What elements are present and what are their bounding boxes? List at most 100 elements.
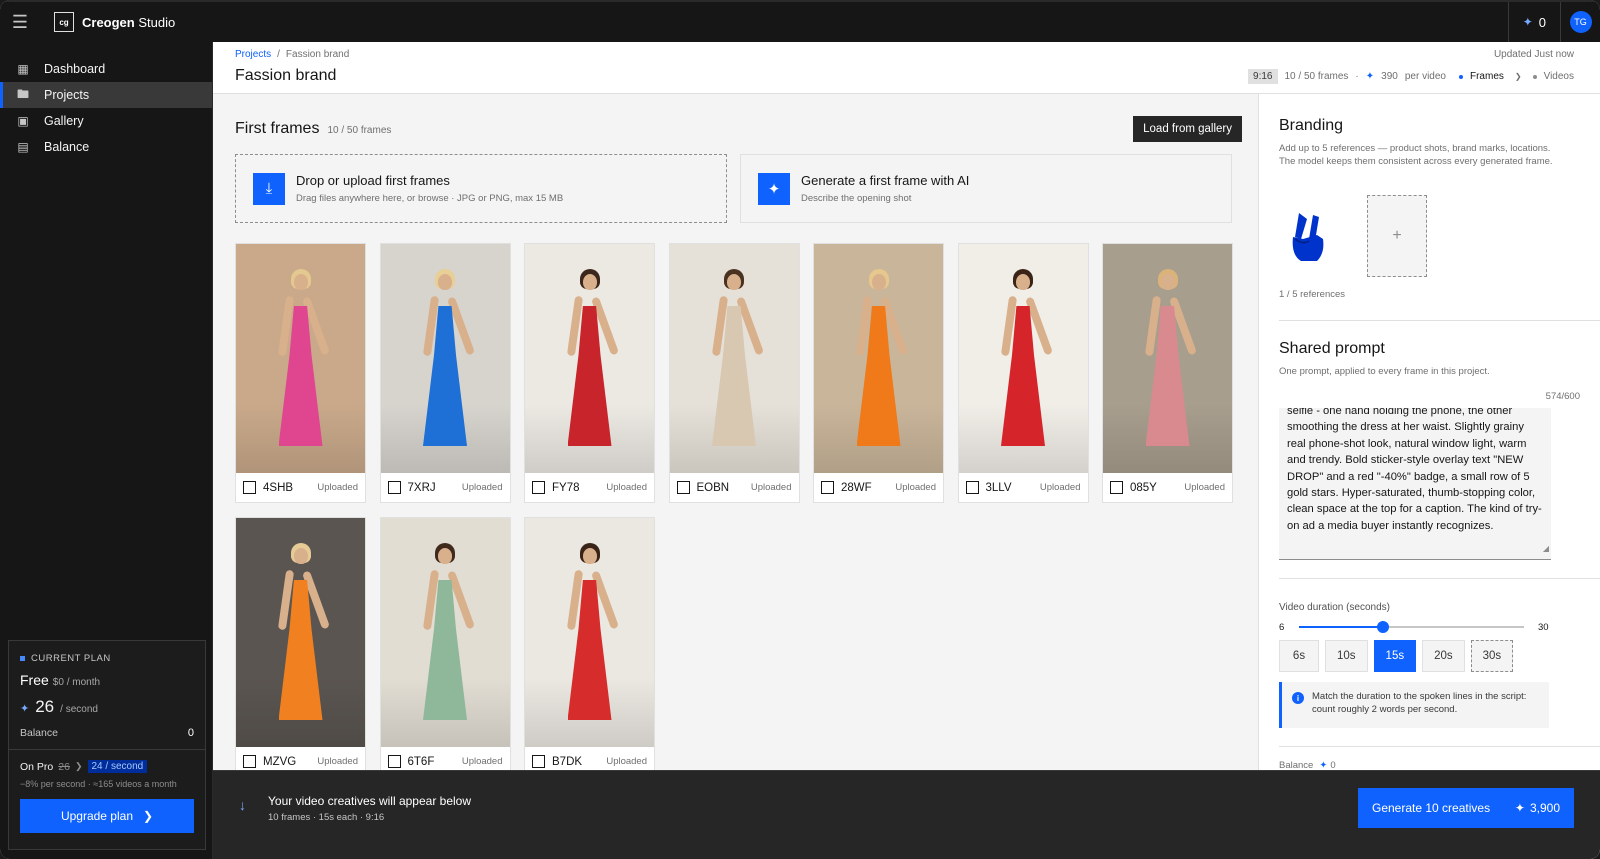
plan-rate: ✦ 26 / second <box>20 697 194 717</box>
creatives-subtitle: 10 frames · 15s each · 9:16 <box>268 812 385 823</box>
frame-tile[interactable]: 6T6F Uploaded <box>379 517 511 770</box>
credits-button[interactable]: ✦ 0 <box>1507 2 1560 42</box>
main-area: Projects / Fassion brand Fassion brand Upd… <box>213 42 1600 859</box>
peace-hand-icon <box>1292 213 1324 261</box>
frame-tile[interactable]: 3LLV Uploaded <box>957 243 1089 503</box>
duration-option-15s[interactable]: 15s <box>1373 640 1417 672</box>
avatar: TG <box>1569 11 1592 33</box>
frame-tile[interactable]: MZVG Uploaded <box>235 517 366 770</box>
generate-ai-frame-card[interactable]: ✦ Generate a first frame with AI Describ… <box>740 154 1232 223</box>
frame-id: 7XRJ <box>407 481 436 494</box>
page-title: Fassion brand <box>235 67 337 84</box>
pro-sub: −8% per second · ≈165 videos a month <box>20 779 177 789</box>
frame-checkbox[interactable] <box>243 481 256 494</box>
generate-creatives-button[interactable]: Generate 10 creatives ✦ 3,900 <box>1358 788 1574 828</box>
sidebar-nav: ▦ Dashboard 🖿 Projects ▣ Gallery ▤ Balan… <box>0 56 212 160</box>
frame-id: 6T6F <box>407 755 435 768</box>
frame-caption: 4SHB Uploaded <box>236 473 365 502</box>
frame-checkbox[interactable] <box>243 755 256 768</box>
sidebar-item-balance[interactable]: ▤ Balance <box>0 134 212 160</box>
frame-checkbox[interactable] <box>821 481 834 494</box>
frame-checkbox[interactable] <box>532 755 545 768</box>
creatives-title: Your video creatives will appear below <box>268 794 472 808</box>
duration-min: 6 <box>1279 622 1285 633</box>
frame-thumbnail[interactable] <box>1103 244 1232 473</box>
add-reference-button[interactable]: + <box>1367 195 1427 277</box>
frame-checkbox[interactable] <box>387 755 401 768</box>
panel-divider <box>1279 320 1600 321</box>
reference-count: 1 / 5 references <box>1279 289 1346 300</box>
shared-prompt-textarea[interactable]: selfie - one hand holding the phone, the… <box>1279 408 1551 560</box>
frame-tile[interactable]: EOBN Uploaded <box>668 243 800 503</box>
breadcrumb-separator: / <box>277 49 280 60</box>
duration-option-30s[interactable]: 30s <box>1470 640 1514 672</box>
frame-tile[interactable]: B7DK Uploaded <box>524 517 655 770</box>
step-videos[interactable]: Videos <box>1544 71 1574 82</box>
duration-option-6s[interactable]: 6s <box>1279 640 1319 672</box>
frame-tile[interactable]: 7XRJ Uploaded <box>379 243 511 503</box>
frame-checkbox[interactable] <box>676 481 690 494</box>
model-head <box>1016 274 1030 290</box>
load-from-gallery-button[interactable]: Load from gallery <box>1133 116 1242 142</box>
plan-marker-icon <box>20 656 25 661</box>
frame-thumbnail[interactable] <box>669 244 799 473</box>
sidebar-item-gallery[interactable]: ▣ Gallery <box>0 108 212 134</box>
frame-caption: EOBN Uploaded <box>670 473 799 502</box>
section-title: First frames 10 / 50 frames <box>235 120 391 138</box>
plan-divider <box>9 749 205 750</box>
frame-status: Uploaded <box>750 482 792 493</box>
model-head <box>438 548 452 564</box>
frame-thumbnail[interactable] <box>958 244 1088 473</box>
breadcrumb-projects-link[interactable]: Projects <box>235 49 271 60</box>
reference-thumbnail[interactable] <box>1279 195 1339 277</box>
frame-thumbnail[interactable] <box>525 244 654 473</box>
frame-tile[interactable]: 28WF Uploaded <box>813 243 944 503</box>
upload-dropzone[interactable]: ⤓ Drop or upload first frames Drag files… <box>235 154 727 223</box>
frame-tile[interactable]: 4SHB Uploaded <box>235 243 366 503</box>
upgrade-plan-button[interactable]: Upgrade plan ❯ <box>20 799 194 833</box>
frame-thumbnail[interactable] <box>380 518 510 747</box>
frame-thumbnail[interactable] <box>814 244 943 473</box>
step-frames[interactable]: Frames <box>1470 71 1504 82</box>
top-bar: ☰ cg Creogen Studio ✦ 0 TG <box>0 0 1600 42</box>
frame-thumbnail[interactable] <box>525 518 654 747</box>
frame-checkbox[interactable] <box>965 481 979 494</box>
sidebar-item-label: Balance <box>44 140 90 154</box>
hamburger-menu-icon[interactable]: ☰ <box>0 2 40 42</box>
frame-tile[interactable]: 085Y Uploaded <box>1102 243 1233 503</box>
panel-balance-value: 0 <box>1330 760 1336 770</box>
frame-checkbox[interactable] <box>1110 481 1123 494</box>
duration-label: Video duration (seconds) <box>1279 602 1390 613</box>
top-right-controls: ✦ 0 TG <box>1507 2 1600 42</box>
duration-slider[interactable] <box>1299 621 1524 633</box>
model-head <box>1160 274 1175 290</box>
avatar-button[interactable]: TG <box>1560 2 1600 42</box>
frame-status: Uploaded <box>606 756 647 767</box>
frame-caption: 7XRJ Uploaded <box>381 473 510 502</box>
plan-balance: Balance 0 <box>20 727 194 739</box>
sidebar-item-dashboard[interactable]: ▦ Dashboard <box>0 56 212 82</box>
plan-name: Free $0 / month <box>20 672 194 688</box>
frame-tile[interactable]: FY78 Uploaded <box>524 243 655 503</box>
frame-thumbnail[interactable] <box>236 518 365 747</box>
duration-options: 6s 10s 15s 20s 30s <box>1279 640 1514 672</box>
duration-option-10s[interactable]: 10s <box>1325 640 1368 672</box>
frame-id: EOBN <box>696 481 730 494</box>
frame-checkbox[interactable] <box>532 481 545 494</box>
frame-caption: MZVG Uploaded <box>236 747 365 770</box>
frame-thumbnail[interactable] <box>236 244 365 473</box>
frame-thumbnail[interactable] <box>380 244 510 473</box>
duration-slider-handle[interactable] <box>1377 621 1390 633</box>
frame-checkbox[interactable] <box>387 481 401 494</box>
updated-status: Updated Just now <box>1493 49 1574 60</box>
frame-id: MZVG <box>263 755 297 768</box>
ai-frame-title: Generate a first frame with AI <box>801 173 970 188</box>
shared-prompt-description: One prompt, applied to every frame in th… <box>1279 366 1490 377</box>
duration-option-20s[interactable]: 20s <box>1422 640 1465 672</box>
per-video-value: 390 <box>1381 71 1398 82</box>
plan-balance-label: Balance <box>20 727 58 739</box>
sparkle-icon: ✦ <box>20 703 30 715</box>
sidebar-item-projects[interactable]: 🖿 Projects <box>0 82 212 108</box>
generate-creatives-label: Generate 10 creatives <box>1372 801 1491 815</box>
resize-grip-icon[interactable]: ◢ <box>1543 541 1549 557</box>
